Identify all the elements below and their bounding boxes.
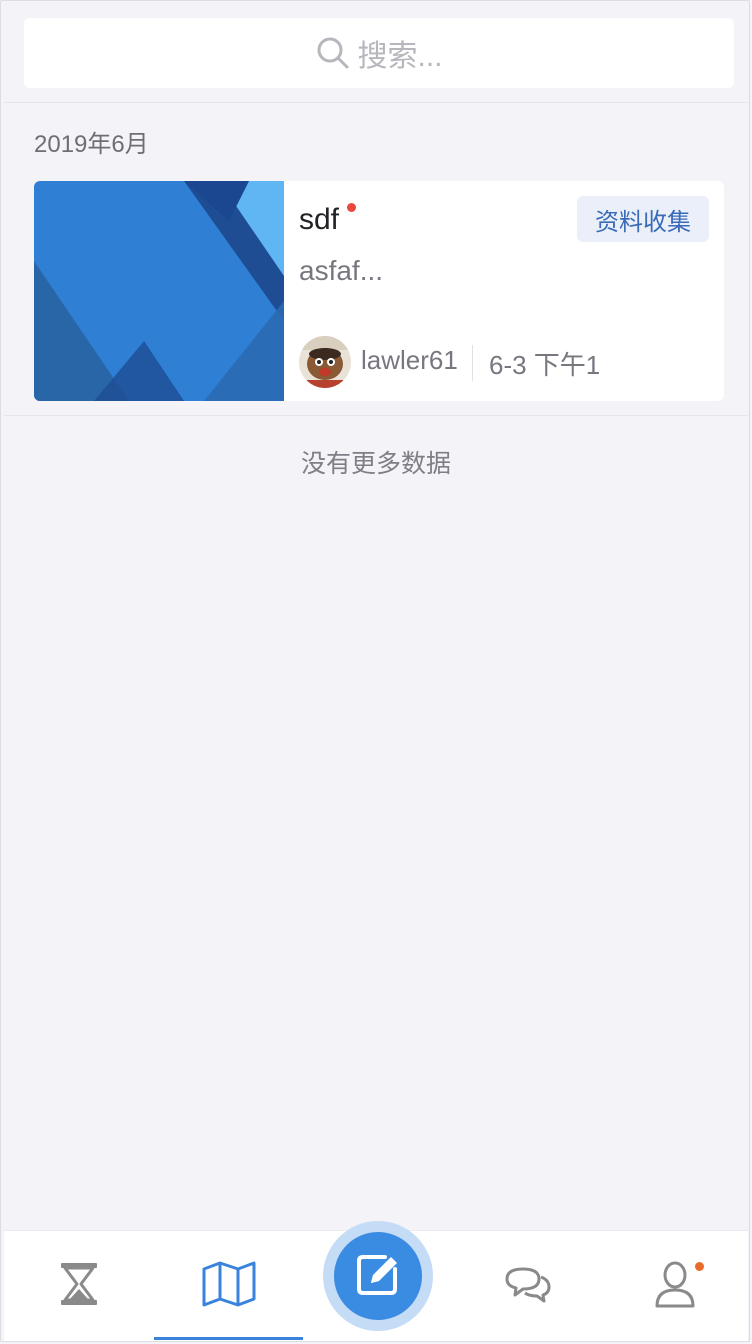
avatar[interactable] xyxy=(299,336,351,388)
divider xyxy=(4,415,748,416)
unread-dot xyxy=(347,203,356,212)
category-tag[interactable]: 资料收集 xyxy=(577,196,709,242)
tab-messages[interactable] xyxy=(453,1231,602,1341)
month-group-label: 2019年6月 xyxy=(34,131,149,158)
search-bar[interactable]: 搜索... xyxy=(24,18,734,88)
user-icon xyxy=(654,1260,696,1313)
divider xyxy=(4,102,748,103)
notification-dot xyxy=(695,1262,704,1271)
chat-icon xyxy=(503,1263,553,1310)
compose-icon xyxy=(353,1249,403,1304)
item-summary: asfaf... xyxy=(299,255,384,286)
active-tab-indicator xyxy=(154,1337,303,1340)
tab-hourglass[interactable] xyxy=(4,1231,154,1341)
hourglass-icon xyxy=(59,1261,99,1312)
item-time: 6-3 下午1 xyxy=(489,350,601,380)
author-name[interactable]: lawler61 xyxy=(361,345,458,376)
search-icon xyxy=(315,35,351,71)
item-thumbnail xyxy=(34,181,284,401)
compose-button[interactable] xyxy=(323,1221,433,1331)
item-title: sdf xyxy=(299,203,340,236)
bottom-tab-bar xyxy=(4,1221,748,1341)
list-end-text: 没有更多数据 xyxy=(300,450,451,478)
map-icon xyxy=(202,1261,256,1312)
compose-button-inner xyxy=(334,1232,422,1320)
tab-map[interactable] xyxy=(154,1231,303,1341)
meta-divider xyxy=(472,345,473,381)
search-placeholder: 搜索... xyxy=(357,40,443,73)
tab-profile[interactable] xyxy=(602,1231,748,1341)
list-item[interactable]: sdf 资料收集 asfaf... lawler61 6-3 下午1 xyxy=(34,181,724,401)
